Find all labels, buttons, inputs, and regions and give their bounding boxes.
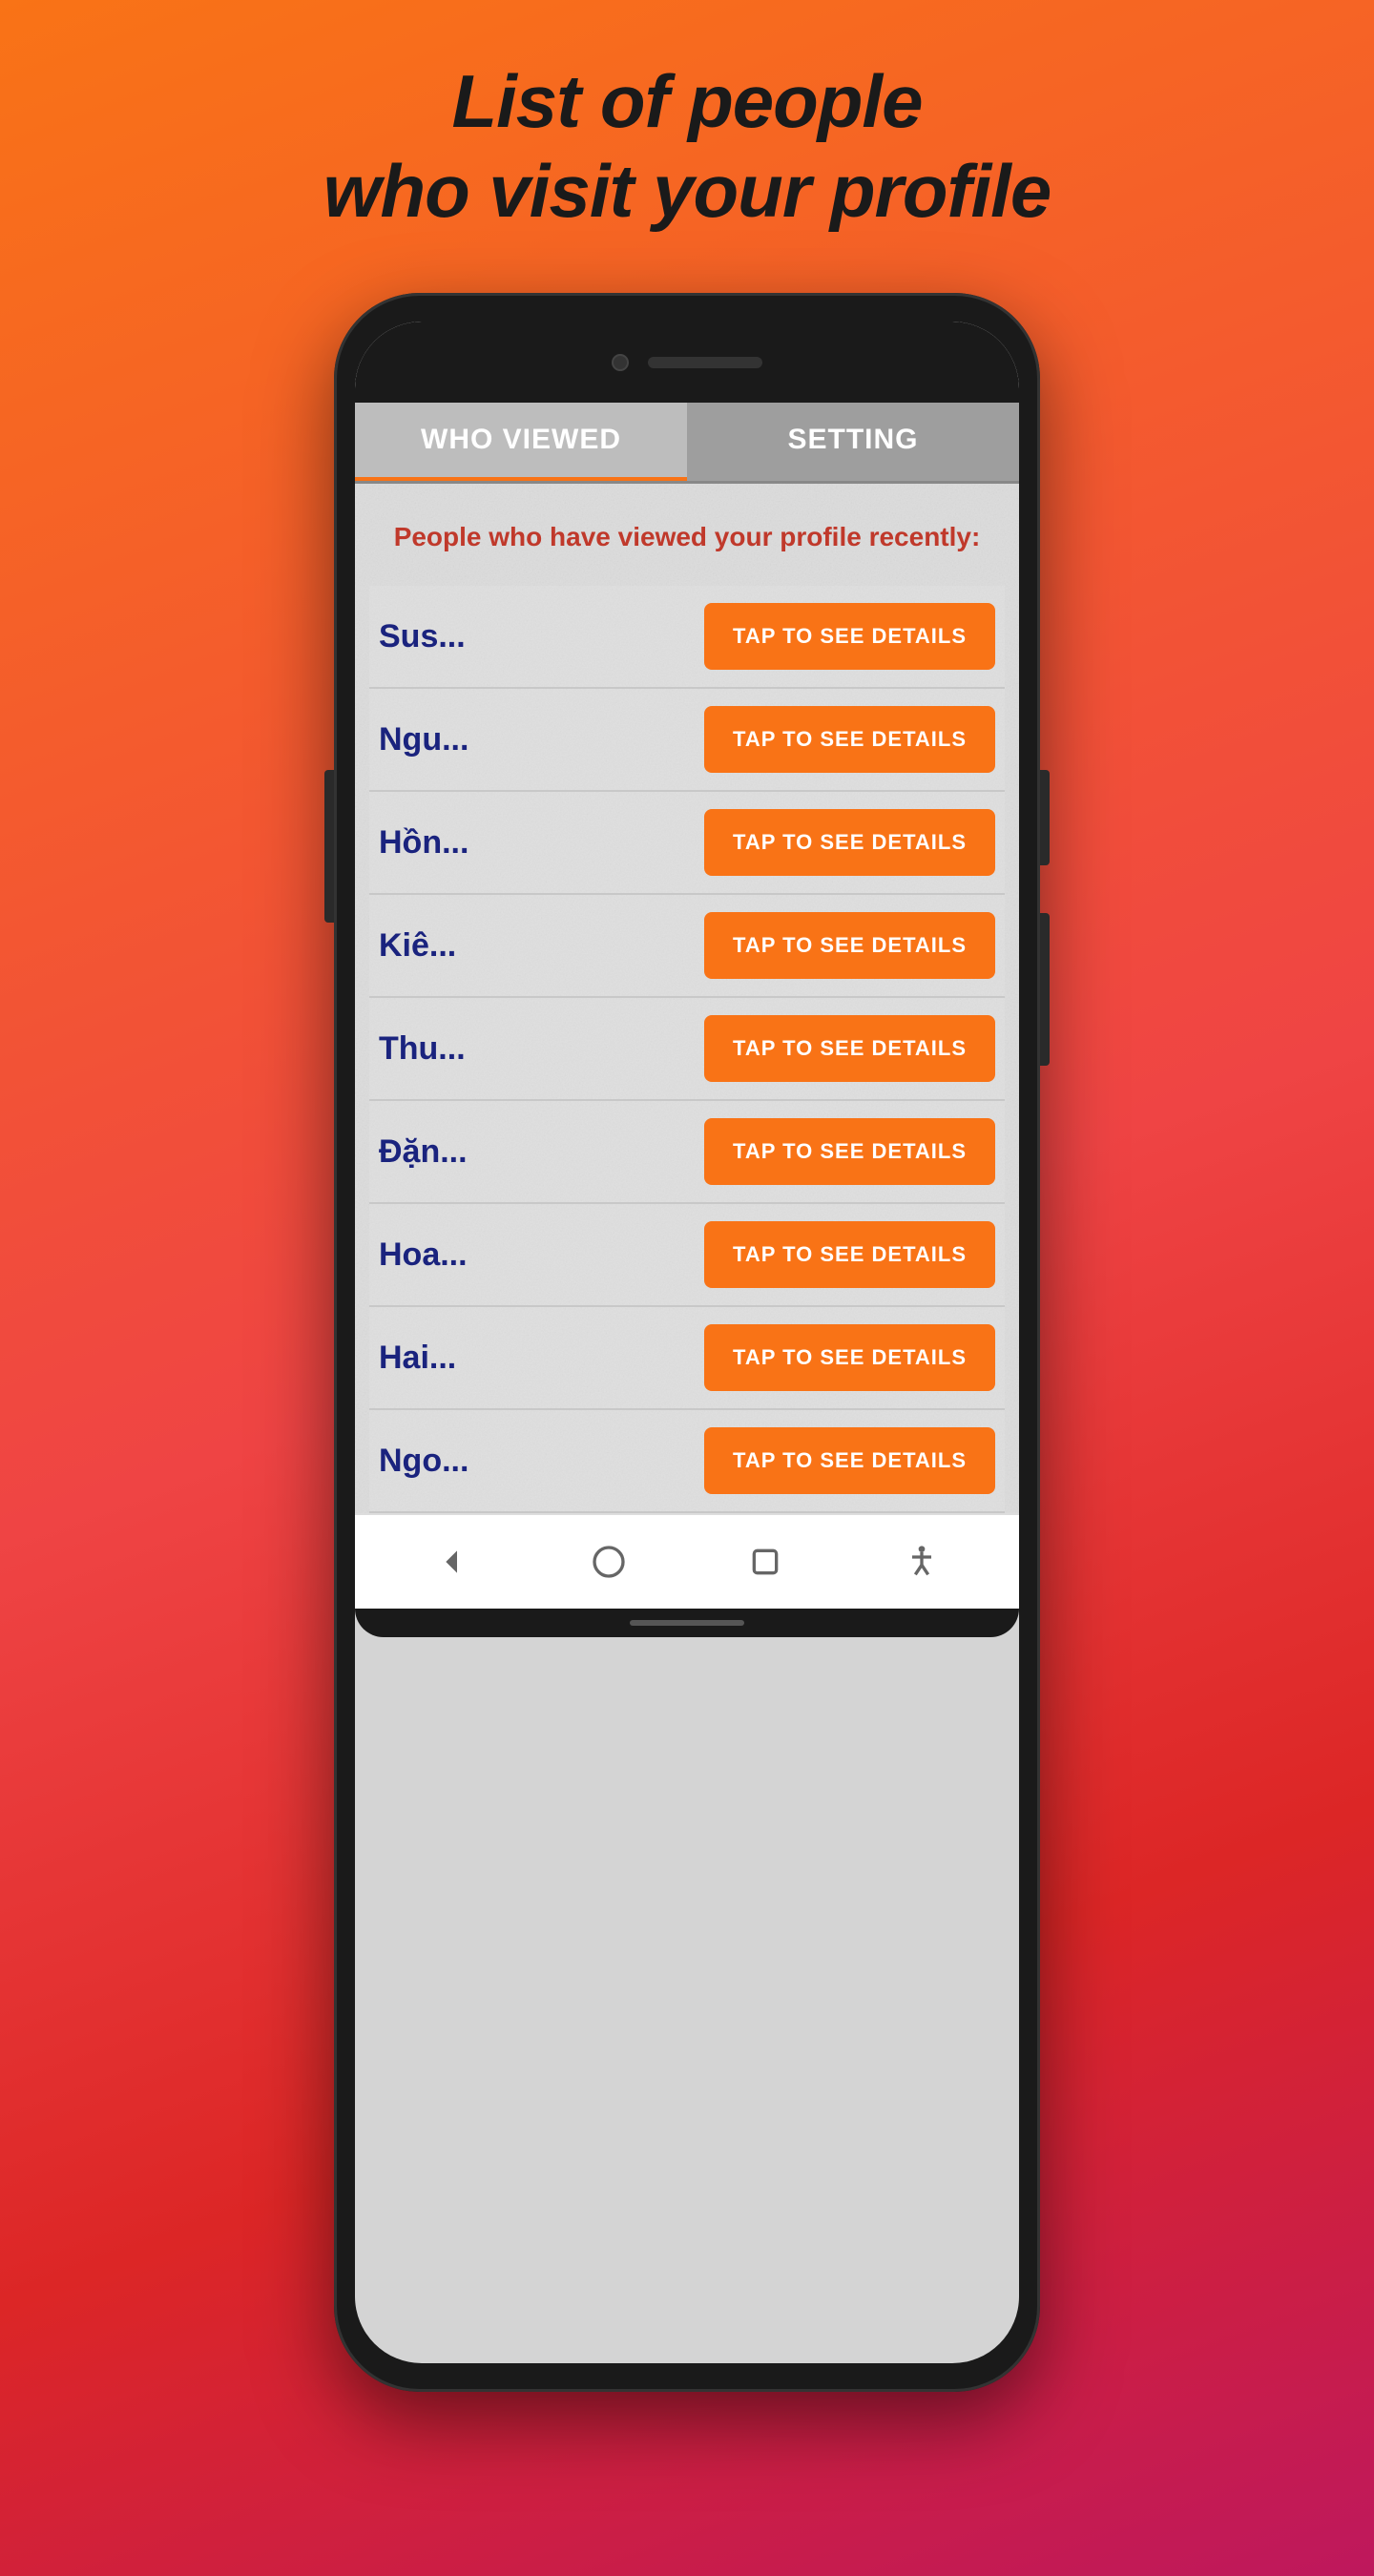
list-item: Kiê... TAP TO SEE DETAILS bbox=[369, 895, 1005, 998]
list-item: Hoa... TAP TO SEE DETAILS bbox=[369, 1204, 1005, 1307]
person-name: Hai... bbox=[379, 1340, 456, 1377]
list-item: Sus... TAP TO SEE DETAILS bbox=[369, 586, 1005, 689]
volume-button bbox=[324, 770, 334, 923]
people-list: Sus... TAP TO SEE DETAILS Ngu... TAP TO … bbox=[355, 586, 1019, 1513]
content-area: People who have viewed your profile rece… bbox=[355, 484, 1019, 1513]
person-name: Sus... bbox=[379, 618, 466, 655]
tap-details-button[interactable]: TAP TO SEE DETAILS bbox=[704, 1427, 995, 1494]
list-item: Hồn... TAP TO SEE DETAILS bbox=[369, 792, 1005, 895]
tap-details-button[interactable]: TAP TO SEE DETAILS bbox=[704, 1015, 995, 1082]
back-button[interactable] bbox=[428, 1538, 476, 1586]
person-name: Đặn... bbox=[379, 1133, 468, 1171]
phone-screen: WHO VIEWED SETTING People who have viewe… bbox=[355, 322, 1019, 2363]
list-item: Đặn... TAP TO SEE DETAILS bbox=[369, 1101, 1005, 1204]
list-item: Hai... TAP TO SEE DETAILS bbox=[369, 1307, 1005, 1410]
person-name: Hoa... bbox=[379, 1236, 468, 1274]
tap-details-button[interactable]: TAP TO SEE DETAILS bbox=[704, 1118, 995, 1185]
person-name: Ngu... bbox=[379, 721, 468, 758]
list-item: Thu... TAP TO SEE DETAILS bbox=[369, 998, 1005, 1101]
tab-setting[interactable]: SETTING bbox=[687, 403, 1019, 481]
tap-details-button[interactable]: TAP TO SEE DETAILS bbox=[704, 706, 995, 773]
person-name: Kiê... bbox=[379, 927, 456, 965]
accessibility-button[interactable] bbox=[898, 1538, 946, 1586]
list-item: Ngo... TAP TO SEE DETAILS bbox=[369, 1410, 1005, 1513]
phone-chin bbox=[355, 1609, 1019, 1637]
phone-mockup: WHO VIEWED SETTING People who have viewe… bbox=[334, 293, 1040, 2392]
tab-bar: WHO VIEWED SETTING bbox=[355, 403, 1019, 484]
recents-button[interactable] bbox=[741, 1538, 789, 1586]
home-indicator bbox=[630, 1620, 744, 1626]
home-button[interactable] bbox=[585, 1538, 633, 1586]
power-button bbox=[1040, 770, 1050, 865]
tap-details-button[interactable]: TAP TO SEE DETAILS bbox=[704, 809, 995, 876]
tap-details-button[interactable]: TAP TO SEE DETAILS bbox=[704, 1324, 995, 1391]
speaker bbox=[648, 357, 762, 368]
list-item: Ngu... TAP TO SEE DETAILS bbox=[369, 689, 1005, 792]
tab-who-viewed[interactable]: WHO VIEWED bbox=[355, 403, 687, 481]
volume-button-right bbox=[1040, 913, 1050, 1066]
front-camera bbox=[612, 354, 629, 371]
subtitle: People who have viewed your profile rece… bbox=[355, 484, 1019, 586]
tap-details-button[interactable]: TAP TO SEE DETAILS bbox=[704, 603, 995, 670]
person-name: Hồn... bbox=[379, 824, 468, 862]
bottom-navigation bbox=[355, 1513, 1019, 1609]
person-name: Thu... bbox=[379, 1030, 466, 1068]
page-title: List of people who visit your profile bbox=[323, 57, 1051, 236]
tap-details-button[interactable]: TAP TO SEE DETAILS bbox=[704, 1221, 995, 1288]
person-name: Ngo... bbox=[379, 1443, 468, 1480]
phone-notch bbox=[355, 322, 1019, 403]
tap-details-button[interactable]: TAP TO SEE DETAILS bbox=[704, 912, 995, 979]
